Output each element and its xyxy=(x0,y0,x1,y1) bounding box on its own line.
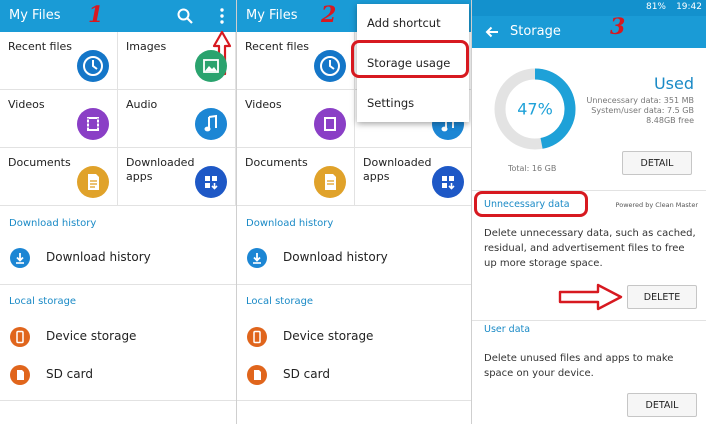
right-arrow-annotation xyxy=(558,283,623,311)
back-arrow-icon[interactable] xyxy=(484,24,500,40)
battery-level: 81% xyxy=(645,2,666,12)
total-storage: Total: 16 GB xyxy=(508,164,557,173)
category-label: Images xyxy=(126,40,167,53)
section-header-local-storage: Local storage xyxy=(246,296,314,307)
app-title: My Files xyxy=(9,8,61,23)
download-history-item[interactable]: Download history xyxy=(237,241,471,273)
document-icon xyxy=(314,166,346,198)
category-recent-files[interactable]: Recent files xyxy=(237,32,355,90)
app-title: My Files xyxy=(246,8,298,23)
device-storage-item[interactable]: Device storage xyxy=(237,320,471,352)
phone-icon xyxy=(10,327,30,347)
app-bar: Storage xyxy=(472,16,706,48)
film-icon xyxy=(314,108,346,140)
highlight-storage-usage xyxy=(351,40,469,78)
film-icon xyxy=(77,108,109,140)
user-data-header: User data xyxy=(484,324,531,335)
category-videos[interactable]: Videos xyxy=(237,90,355,148)
download-history-item[interactable]: Download history xyxy=(0,241,236,273)
section-header-download-history: Download history xyxy=(9,218,97,229)
download-icon xyxy=(10,248,30,268)
document-icon xyxy=(77,166,109,198)
device-storage-label: Device storage xyxy=(283,329,374,343)
delete-button[interactable]: DELETE xyxy=(627,285,697,309)
category-label: Documents xyxy=(8,156,71,169)
sd-card-icon xyxy=(10,365,30,385)
category-label: Recent files xyxy=(8,40,72,53)
clock-icon xyxy=(314,50,346,82)
category-label: Documents xyxy=(245,156,308,169)
category-images[interactable]: Images xyxy=(118,32,236,90)
screen-title: Storage xyxy=(510,24,561,39)
category-videos[interactable]: Videos xyxy=(0,90,118,148)
divider xyxy=(0,284,236,285)
highlight-unnecessary-data xyxy=(474,191,588,217)
search-icon[interactable] xyxy=(176,7,194,25)
step-number-3: 3 xyxy=(610,14,626,40)
category-documents[interactable]: Documents xyxy=(237,148,355,206)
status-time: 19:42 xyxy=(676,2,702,12)
device-storage-item[interactable]: Device storage xyxy=(0,320,236,352)
category-label: Audio xyxy=(126,98,158,111)
phone-icon xyxy=(247,327,267,347)
divider xyxy=(0,400,236,401)
download-history-label: Download history xyxy=(283,250,388,264)
panel-storage: 81% 19:42 Storage 3 47% Total: 16 GB Use… xyxy=(472,0,706,424)
app-bar: My Files xyxy=(0,0,236,32)
download-history-label: Download history xyxy=(46,250,151,264)
device-storage-label: Device storage xyxy=(46,329,137,343)
system-user-data-size: System/user data: 7.5 GB xyxy=(591,106,694,115)
menu-item-settings[interactable]: Settings xyxy=(357,84,469,120)
category-documents[interactable]: Documents xyxy=(0,148,118,206)
category-audio[interactable]: Audio xyxy=(118,90,236,148)
divider xyxy=(472,320,706,321)
storage-donut-chart: 47% xyxy=(494,68,576,150)
sd-card-label: SD card xyxy=(46,367,93,381)
used-label: Used xyxy=(653,74,694,93)
image-icon xyxy=(195,50,227,82)
step-number-2: 2 xyxy=(321,2,337,28)
download-icon xyxy=(247,248,267,268)
menu-item-add-shortcut[interactable]: Add shortcut xyxy=(357,4,469,40)
music-note-icon xyxy=(195,108,227,140)
step-number-1: 1 xyxy=(88,2,104,28)
category-label: Recent files xyxy=(245,40,309,53)
powered-by-clean-master: Powered by Clean Master xyxy=(615,201,698,209)
detail-button-user-data[interactable]: DETAIL xyxy=(627,393,697,417)
used-percent: 47% xyxy=(517,100,553,119)
section-header-download-history: Download history xyxy=(246,218,334,229)
detail-button[interactable]: DETAIL xyxy=(622,151,692,175)
divider xyxy=(237,400,471,401)
status-bar: 81% 19:42 xyxy=(472,0,706,16)
category-label: Videos xyxy=(245,98,282,111)
section-header-local-storage: Local storage xyxy=(9,296,77,307)
free-space: 8.48GB free xyxy=(646,116,694,125)
sd-card-label: SD card xyxy=(283,367,330,381)
user-data-description: Delete unused files and apps to make spa… xyxy=(484,353,674,379)
more-options-icon[interactable] xyxy=(217,7,227,25)
sd-card-icon xyxy=(247,365,267,385)
panel-my-files-menu: My Files 2 Recent files Videos Documents xyxy=(237,0,471,424)
category-grid: Recent files Images Videos Audio Documen… xyxy=(0,32,236,206)
clock-icon xyxy=(77,50,109,82)
sd-card-item[interactable]: SD card xyxy=(0,358,236,390)
category-label: Videos xyxy=(8,98,45,111)
divider xyxy=(237,284,471,285)
category-downloaded-apps[interactable]: Downloaded apps xyxy=(118,148,236,206)
apps-grid-icon xyxy=(195,166,227,198)
sd-card-item[interactable]: SD card xyxy=(237,358,471,390)
unnecessary-data-size: Unnecessary data: 351 MB xyxy=(586,96,694,105)
category-label: Downloaded apps xyxy=(126,156,195,183)
unnecessary-data-description: Delete unnecessary data, such as cached,… xyxy=(484,228,696,269)
storage-breakdown: Unnecessary data: 351 MB System/user dat… xyxy=(586,96,694,126)
category-label: Downloaded apps xyxy=(363,156,432,183)
category-recent-files[interactable]: Recent files xyxy=(0,32,118,90)
panel-my-files-1: My Files 1 Recent files Images Videos Au… xyxy=(0,0,236,424)
apps-grid-icon xyxy=(432,166,464,198)
category-downloaded-apps[interactable]: Downloaded apps xyxy=(355,148,471,206)
